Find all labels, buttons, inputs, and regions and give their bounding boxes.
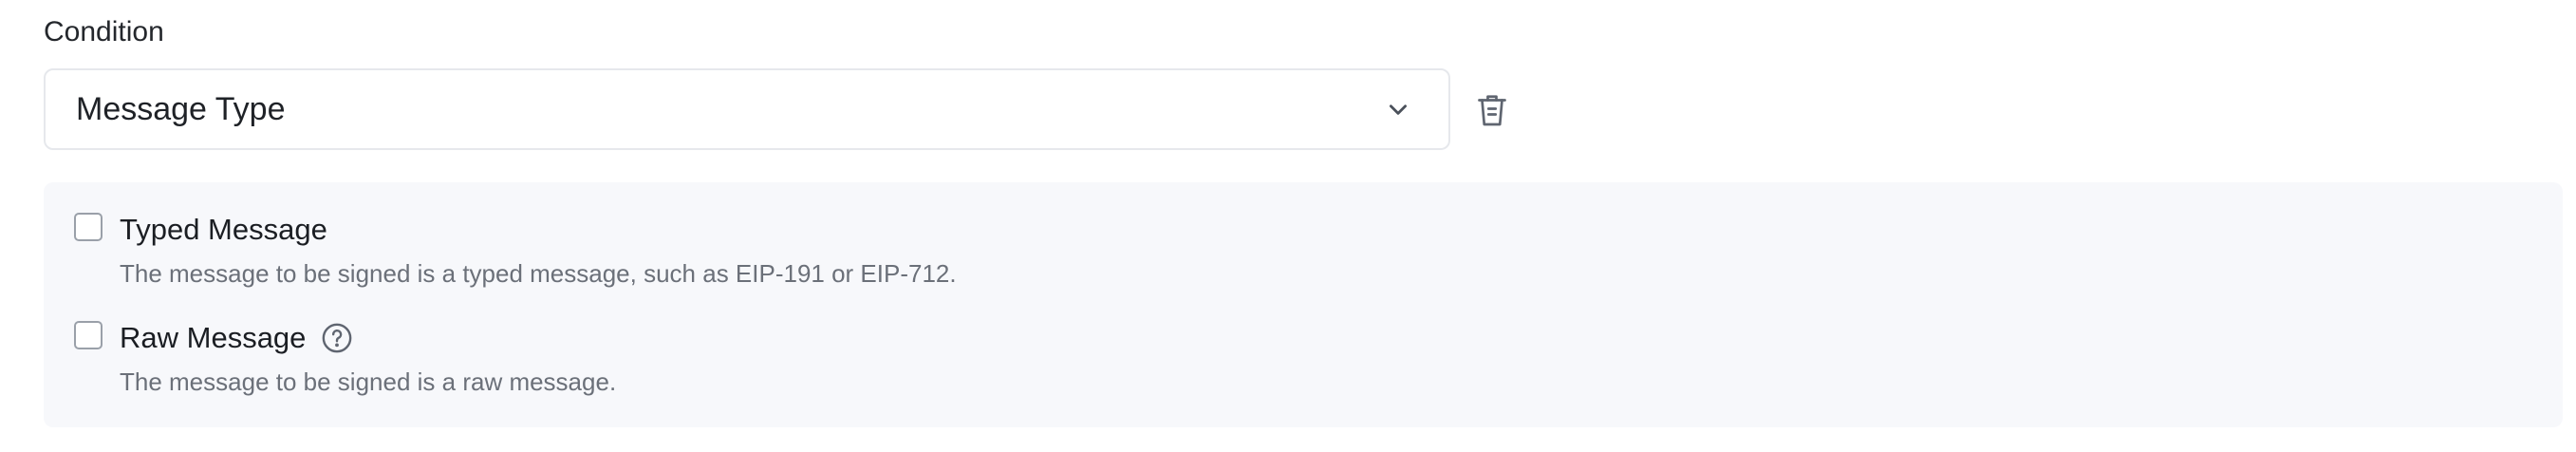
trash-icon[interactable] xyxy=(1471,89,1513,131)
message-type-options-panel: Typed Message The message to be signed i… xyxy=(44,182,2563,427)
message-type-select[interactable]: Message Type xyxy=(44,68,1450,150)
select-value: Message Type xyxy=(76,91,286,127)
typed-message-checkbox[interactable] xyxy=(74,213,103,241)
chevron-down-icon xyxy=(1382,93,1414,125)
condition-label: Condition xyxy=(44,16,164,47)
typed-message-title: Typed Message xyxy=(120,213,327,246)
raw-message-checkbox[interactable] xyxy=(74,321,103,349)
condition-editor: Condition Message Type Typed Message The… xyxy=(0,0,2576,452)
raw-message-description: The message to be signed is a raw messag… xyxy=(120,367,617,396)
typed-message-description: The message to be signed is a typed mess… xyxy=(120,259,957,288)
raw-message-title: Raw Message xyxy=(120,321,307,354)
help-circle-icon[interactable] xyxy=(321,322,353,354)
